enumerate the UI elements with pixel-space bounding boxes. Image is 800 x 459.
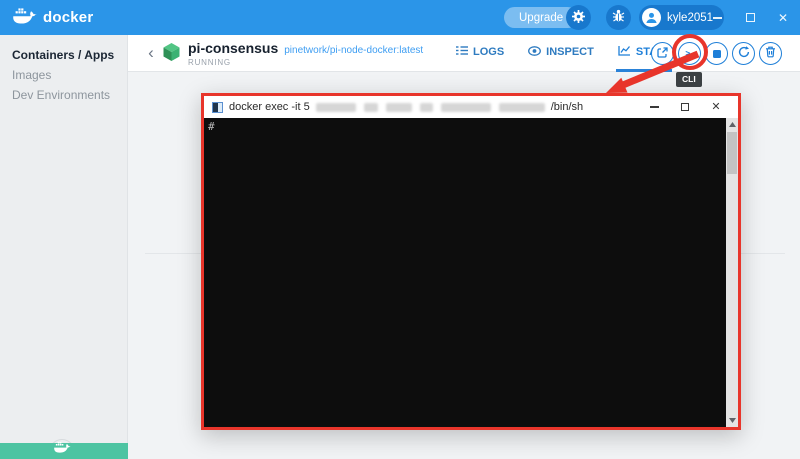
maximize-icon <box>681 103 689 111</box>
back-button[interactable]: ‹ <box>142 43 160 63</box>
status-badge: RUNNING <box>188 58 231 67</box>
arrow-down-icon <box>728 418 736 423</box>
app-minimize-button[interactable] <box>708 9 726 27</box>
restart-button[interactable] <box>732 42 755 65</box>
cli-terminal-icon: >_ <box>685 48 694 59</box>
redacted-container-id <box>498 102 545 112</box>
container-cube-icon <box>162 42 181 67</box>
restart-icon <box>738 46 750 61</box>
sidebar-item-containers-apps[interactable]: Containers / Apps <box>0 47 127 64</box>
image-name-link[interactable]: pinetwork/pi-node-docker:latest <box>284 45 423 56</box>
terminal-close-button[interactable]: ✕ <box>710 100 722 114</box>
sidebar-item-dev-environments[interactable]: Dev Environments <box>0 87 127 104</box>
app-window-controls: ✕ <box>708 0 792 35</box>
redacted-container-id <box>385 102 412 112</box>
console-window-icon <box>212 101 223 113</box>
minimize-icon <box>649 106 659 108</box>
scroll-down-button[interactable] <box>726 414 738 427</box>
username-label: kyle2051 <box>667 11 714 24</box>
app-titlebar: docker Upgrade kyle2051 ✕ <box>0 0 800 35</box>
shell-prompt: # <box>208 120 215 133</box>
stop-icon <box>712 49 721 58</box>
docker-whale-icon <box>13 7 37 29</box>
app-maximize-button[interactable] <box>741 9 759 27</box>
minimize-icon <box>712 16 722 19</box>
terminal-titlebar[interactable]: docker exec -it 5 /bin/sh ✕ <box>204 96 738 118</box>
container-actions: >_ <box>651 35 782 72</box>
open-external-icon <box>657 46 668 61</box>
open-external-button[interactable] <box>651 42 674 65</box>
terminal-title: docker exec -it 5 /bin/sh <box>229 101 584 113</box>
redacted-container-id <box>315 102 356 112</box>
cli-tooltip: CLI <box>676 72 702 87</box>
line-chart-icon <box>618 45 631 59</box>
bug-icon <box>612 9 625 26</box>
settings-button[interactable] <box>566 5 591 30</box>
feedback-button[interactable] <box>606 5 631 30</box>
gear-icon <box>571 9 586 27</box>
sidebar: Containers / Apps Images Dev Environment… <box>0 35 128 459</box>
maximize-icon <box>745 13 755 22</box>
footer-whale-icon <box>54 440 71 458</box>
eye-icon <box>528 45 542 59</box>
user-avatar-icon <box>642 8 661 27</box>
container-title-block: pi-consensus pinetwork/pi-node-docker:la… <box>188 40 423 67</box>
detail-tabs: LOGS INSPECT STATS <box>454 35 673 72</box>
terminal-minimize-button[interactable] <box>648 100 660 114</box>
terminal-maximize-button[interactable] <box>679 100 691 114</box>
cli-button[interactable]: >_ <box>678 42 701 65</box>
terminal-scrollbar[interactable] <box>726 118 738 427</box>
container-detail-header: ‹ pi-consensus pinetwork/pi-node-docker:… <box>128 35 800 72</box>
redacted-container-id <box>440 102 491 112</box>
container-name: pi-consensus <box>188 40 279 56</box>
tab-logs[interactable]: LOGS <box>454 35 506 72</box>
stop-button[interactable] <box>705 42 728 65</box>
docker-brand: docker <box>13 7 93 29</box>
brand-wordmark: docker <box>43 9 94 26</box>
app-close-button[interactable]: ✕ <box>774 9 792 27</box>
redacted-container-id <box>363 102 378 112</box>
arrow-up-icon <box>728 122 736 127</box>
sidebar-item-images[interactable]: Images <box>0 67 127 84</box>
log-list-icon <box>456 46 468 58</box>
terminal-window-controls: ✕ <box>648 100 730 114</box>
trash-icon <box>765 46 776 61</box>
terminal-content[interactable]: # <box>204 118 738 427</box>
scroll-up-button[interactable] <box>726 118 738 131</box>
delete-button[interactable] <box>759 42 782 65</box>
status-footer <box>0 440 128 459</box>
tab-inspect[interactable]: INSPECT <box>526 35 596 72</box>
scrollbar-thumb[interactable] <box>727 132 737 174</box>
redacted-container-id <box>419 102 433 112</box>
terminal-window: docker exec -it 5 /bin/sh ✕ # <box>201 93 741 430</box>
